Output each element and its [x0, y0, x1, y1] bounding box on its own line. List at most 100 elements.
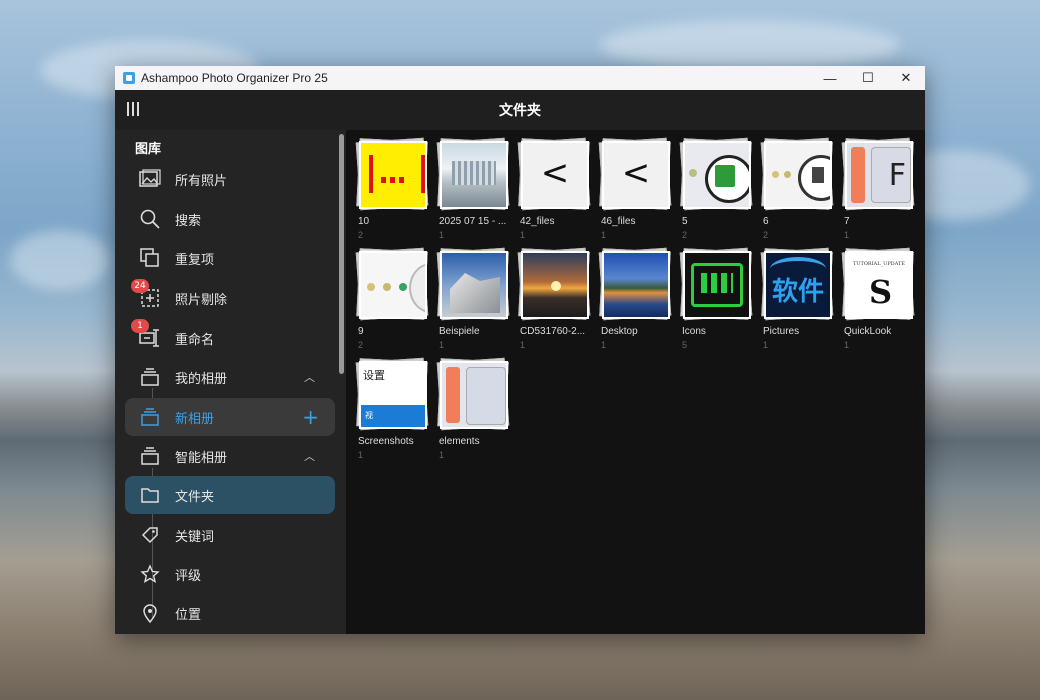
folder-name: 10 — [358, 216, 370, 227]
folder-name: CD531760-2... — [520, 326, 586, 337]
sidebar-item-smart-albums[interactable]: 智能相册 ︿ — [125, 437, 335, 475]
sidebar-item-label: 智能相册 — [175, 450, 228, 466]
sidebar-item-folders[interactable]: 文件夹 — [125, 476, 335, 514]
folder-thumbnail[interactable]: < — [598, 137, 672, 211]
folder-name: 42_files — [520, 216, 555, 227]
folder-thumbnail[interactable] — [760, 137, 834, 211]
folder-thumbnail[interactable]: F — [841, 137, 915, 211]
folder-thumbnail[interactable]: 设置视 — [355, 357, 429, 431]
folder-name: 6 — [763, 216, 769, 227]
folder-count: 1 — [601, 230, 607, 240]
folder-count: 1 — [520, 340, 526, 350]
folder-thumbnail[interactable] — [679, 137, 753, 211]
folder-preview-image: F — [845, 141, 913, 209]
rename-icon: 1 — [131, 319, 161, 349]
album-icon — [139, 406, 161, 428]
folder-icon — [139, 484, 161, 506]
sidebar-item-photo-cull[interactable]: 24 照片剔除 — [125, 279, 335, 317]
folder-preview-image — [602, 251, 670, 319]
folder-preview-image — [764, 141, 832, 209]
folder-name: Screenshots — [358, 436, 414, 447]
sidebar-item-label: 关键词 — [175, 529, 215, 545]
folder-thumbnail[interactable]: TUTORIAL_UPDATE S — [841, 247, 915, 321]
sidebar-item-rename[interactable]: 1 重命名 — [125, 319, 335, 357]
folder-preview-image — [521, 251, 589, 319]
folder-preview-image: 设置视 — [359, 361, 427, 429]
folder-preview-image — [440, 361, 508, 429]
folder-name: 46_files — [601, 216, 636, 227]
folder-thumbnail[interactable]: < — [517, 137, 591, 211]
folder-count: 2 — [358, 340, 364, 350]
sidebar-scrollbar[interactable] — [339, 134, 344, 374]
folder-count: 1 — [763, 340, 769, 350]
location-icon — [139, 602, 161, 624]
sidebar-item-keywords[interactable]: 关键词 — [125, 516, 335, 554]
folder-count: 1 — [358, 450, 364, 460]
search-icon — [139, 208, 161, 230]
folder-thumbnail[interactable]: 软件 — [760, 247, 834, 321]
folder-count: 2 — [763, 230, 769, 240]
folder-preview-image: TUTORIAL_UPDATE S — [845, 251, 913, 319]
folder-preview-image: 软件 — [764, 251, 832, 319]
folder-thumbnail[interactable] — [436, 247, 510, 321]
smart-album-icon — [139, 445, 161, 467]
folder-name: Desktop — [601, 326, 638, 337]
folder-thumbnail[interactable] — [355, 137, 429, 211]
sidebar-item-duplicates[interactable]: 重复项 — [125, 239, 335, 277]
folder-preview-image — [440, 141, 508, 209]
sidebar-item-new-album[interactable]: 新相册 + — [125, 398, 335, 436]
sidebar-item-ratings[interactable]: 评级 — [125, 555, 335, 593]
folder-name: 7 — [844, 216, 850, 227]
folder-count: 1 — [520, 230, 526, 240]
folder-name: 5 — [682, 216, 688, 227]
sidebar-item-label: 所有照片 — [175, 173, 228, 189]
folder-name: 9 — [358, 326, 364, 337]
sidebar-item-locations[interactable]: 位置 — [125, 594, 335, 632]
folder-thumbnail[interactable] — [517, 247, 591, 321]
folder-count: 2 — [358, 230, 364, 240]
chevron-up-icon[interactable]: ︿ — [304, 369, 315, 385]
folder-count: 1 — [601, 340, 607, 350]
sidebar-item-label: 重复项 — [175, 252, 215, 268]
sidebar-item-label: 我的相册 — [175, 371, 228, 387]
chevron-up-icon[interactable]: ︿ — [304, 448, 315, 464]
sidebar-item-all-photos[interactable]: 所有照片 — [125, 160, 335, 198]
folder-preview-image — [359, 141, 427, 209]
folder-name: QuickLook — [844, 326, 892, 337]
maximize-button[interactable]: ☐ — [849, 66, 887, 90]
folder-preview-image — [359, 251, 427, 319]
menu-icon[interactable] — [127, 102, 141, 118]
folder-count: 1 — [439, 230, 445, 240]
sidebar: 图库 所有照片 搜索 重复项 24 照片剔除 1 重命名 我的相册 ︿ 新相册 … — [115, 130, 346, 634]
cloud — [10, 230, 110, 290]
folder-name: 2025 07 15 - ... — [439, 216, 507, 227]
folder-count: 5 — [682, 340, 688, 350]
folder-thumbnail[interactable] — [436, 357, 510, 431]
folder-thumbnail[interactable] — [679, 247, 753, 321]
sidebar-item-label: 照片剔除 — [175, 292, 228, 308]
folder-preview-image: < — [521, 141, 589, 209]
add-album-button[interactable]: + — [302, 407, 319, 427]
tag-icon — [139, 524, 161, 546]
folder-thumbnail[interactable] — [355, 247, 429, 321]
sidebar-item-label: 新相册 — [175, 411, 215, 427]
folder-thumbnail[interactable] — [436, 137, 510, 211]
sidebar-item-label: 搜索 — [175, 213, 202, 229]
folder-name: Icons — [682, 326, 706, 337]
folder-preview-image — [683, 251, 751, 319]
app-bar: 文件夹 — [115, 90, 925, 130]
page-title: 文件夹 — [499, 103, 541, 119]
minimize-button[interactable]: — — [811, 66, 849, 90]
close-button[interactable]: ✕ — [887, 66, 925, 90]
folder-thumbnail[interactable] — [598, 247, 672, 321]
sidebar-section-title: 图库 — [135, 142, 162, 157]
folder-preview-image — [440, 251, 508, 319]
sidebar-item-label: 位置 — [175, 607, 202, 623]
sidebar-item-my-albums[interactable]: 我的相册 ︿ — [125, 358, 335, 396]
folder-name: Beispiele — [439, 326, 480, 337]
images-icon — [139, 168, 161, 190]
photo-cull-icon: 24 — [131, 279, 161, 309]
app-logo-icon — [123, 72, 135, 84]
sidebar-item-search[interactable]: 搜索 — [125, 200, 335, 238]
app-window: Ashampoo Photo Organizer Pro 25 — ☐ ✕ 文件… — [115, 66, 925, 634]
